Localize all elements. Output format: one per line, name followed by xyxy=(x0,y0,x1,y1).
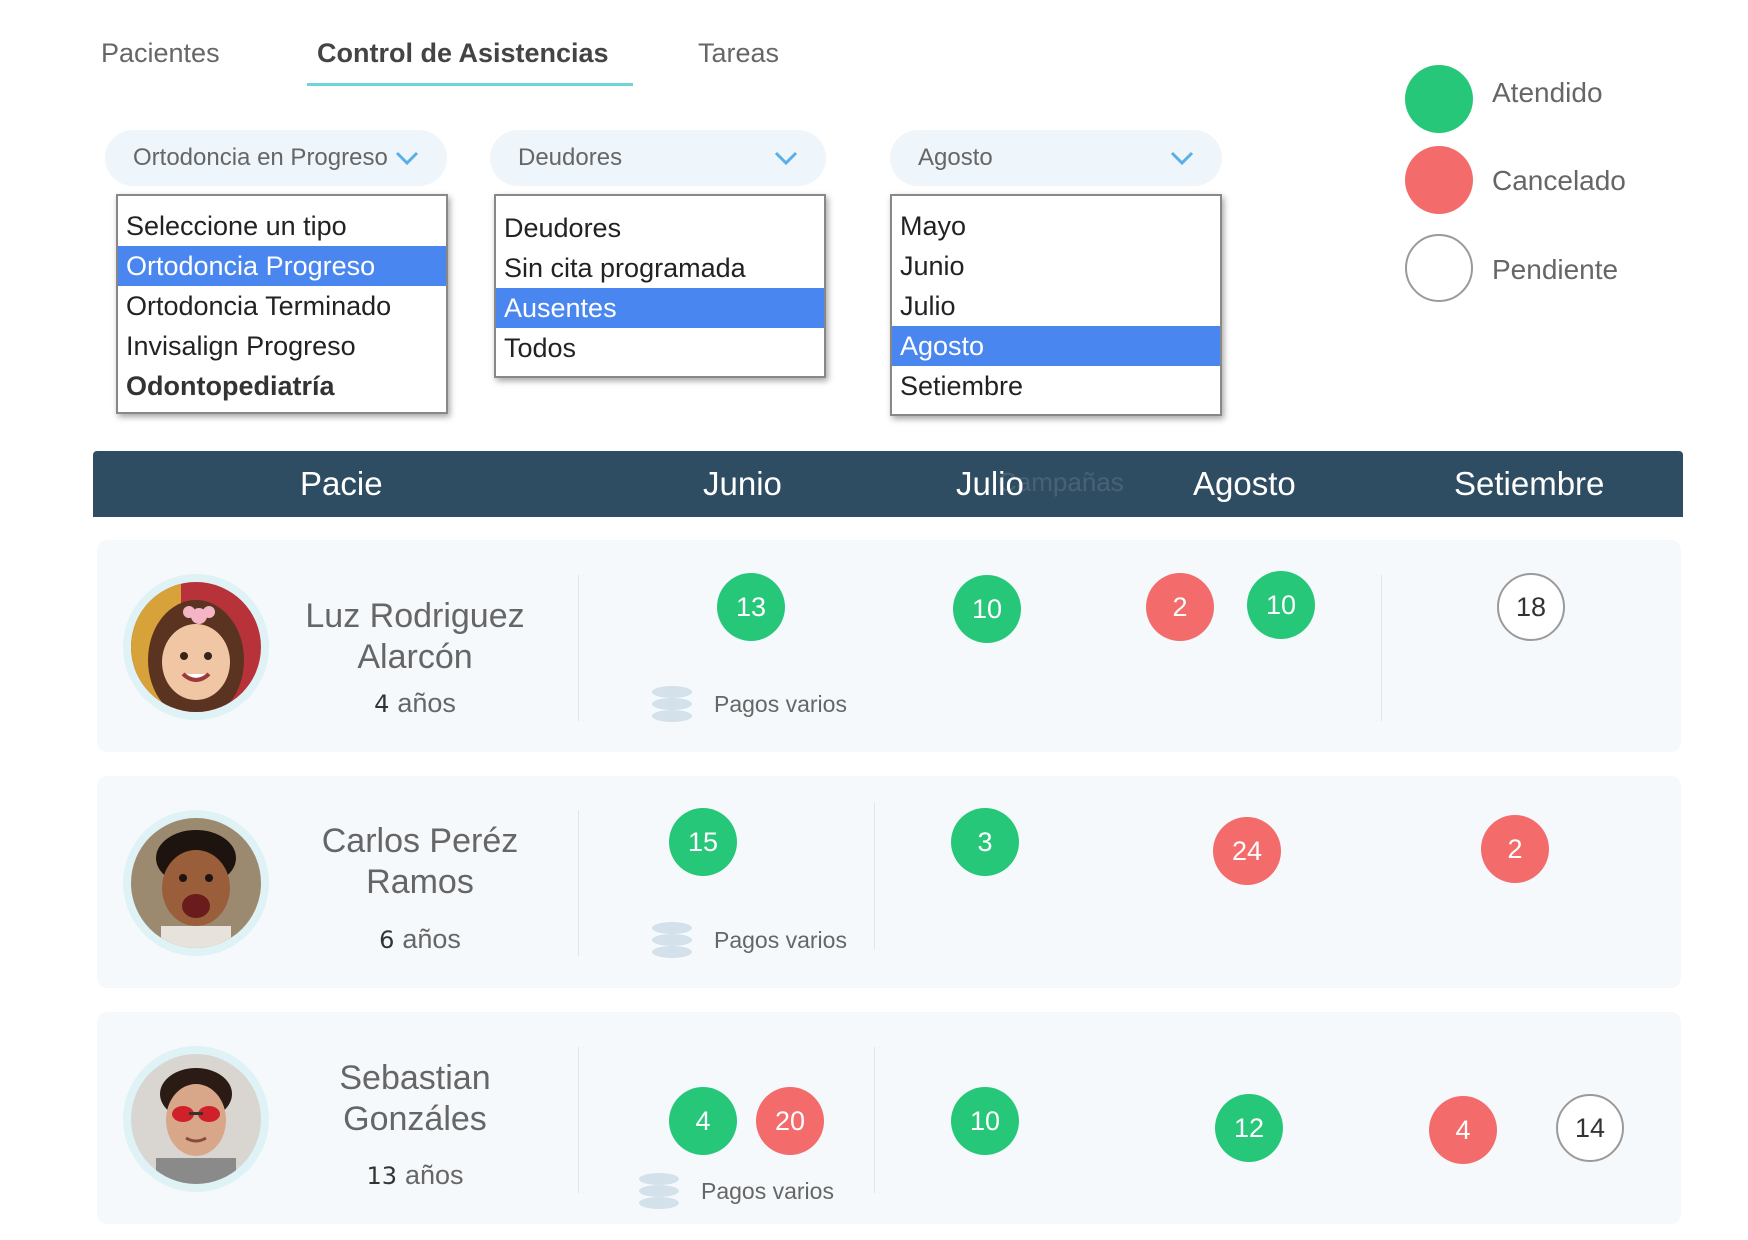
header-paciente: Pacie xyxy=(300,465,383,502)
appointment-atendido[interactable]: 3 xyxy=(951,808,1019,876)
pagos-varios-label: Pagos varios xyxy=(714,926,847,953)
mes-option[interactable]: Setiembre xyxy=(892,366,1220,406)
legend-cancelado-dot xyxy=(1405,146,1473,214)
appointment-cancelado[interactable]: 4 xyxy=(1429,1096,1497,1164)
tipo-filter-value: Ortodoncia en Progreso xyxy=(133,144,388,171)
appointment-atendido[interactable]: 15 xyxy=(669,808,737,876)
column-divider xyxy=(874,1047,875,1193)
tipo-dropdown-list[interactable]: Seleccione un tipo Ortodoncia Progreso O… xyxy=(116,194,448,414)
patient-age-value: 6 xyxy=(379,926,395,954)
estado-dropdown-list[interactable]: Deudores Sin cita programada Ausentes To… xyxy=(494,194,826,378)
appointment-atendido[interactable]: 13 xyxy=(717,573,785,641)
patient-name-line2: Gonzáles xyxy=(343,1100,487,1138)
patient-age: 4 años xyxy=(265,688,565,719)
header-ghost-text: Campañas xyxy=(998,467,1124,497)
chevron-down-icon xyxy=(774,150,798,166)
tipo-option[interactable]: Ortodoncia Terminado xyxy=(118,286,446,326)
table-row[interactable]: Carlos Peréz Ramos 6 años 15 Pagos varios… xyxy=(97,776,1681,988)
coins-icon xyxy=(650,921,694,959)
chevron-down-icon xyxy=(1170,150,1194,166)
estado-option-selected[interactable]: Ausentes xyxy=(496,288,824,328)
estado-filter-select[interactable]: Deudores xyxy=(490,130,826,186)
age-unit: años xyxy=(404,1160,464,1190)
coins-icon xyxy=(650,685,694,723)
appointment-atendido[interactable]: 12 xyxy=(1215,1094,1283,1162)
table-row[interactable]: Sebastian Gonzáles 13 años 4 20 Pagos var… xyxy=(97,1012,1681,1224)
tipo-option[interactable]: Seleccione un tipo xyxy=(118,206,446,246)
mes-filter-value: Agosto xyxy=(918,144,993,171)
patient-age: 6 años xyxy=(270,924,570,955)
mes-dropdown-list[interactable]: Mayo Junio Julio Agosto Setiembre xyxy=(890,194,1222,416)
chevron-down-icon xyxy=(395,150,419,166)
tipo-option[interactable]: Odontopediatría xyxy=(118,366,446,406)
header-agosto: Agosto xyxy=(1193,465,1296,502)
appointment-atendido[interactable]: 10 xyxy=(1247,571,1315,639)
header-junio: Junio xyxy=(703,465,782,502)
patient-age: 13 años xyxy=(265,1160,565,1191)
appointment-pendiente[interactable]: 18 xyxy=(1497,573,1565,641)
appointment-cancelado[interactable]: 20 xyxy=(756,1087,824,1155)
mes-option[interactable]: Julio xyxy=(892,286,1220,326)
tab-pacientes[interactable]: Pacientes xyxy=(101,38,220,69)
patient-age-value: 4 xyxy=(374,690,390,718)
age-unit: años xyxy=(397,688,456,718)
tab-control-asistencias[interactable]: Control de Asistencias xyxy=(317,38,609,69)
avatar xyxy=(123,810,269,956)
appointment-cancelado[interactable]: 2 xyxy=(1481,815,1549,883)
avatar-image xyxy=(131,1054,261,1184)
avatar xyxy=(123,574,269,720)
table-row[interactable]: Luz Rodriguez Alarcón 4 años 13 Pagos var… xyxy=(97,540,1681,752)
estado-option[interactable]: Sin cita programada xyxy=(496,248,824,288)
patient-name[interactable]: Luz Rodriguez Alarcón xyxy=(265,596,565,678)
tipo-option-selected[interactable]: Ortodoncia Progreso xyxy=(118,246,446,286)
active-tab-underline xyxy=(307,83,633,86)
estado-option[interactable]: Todos xyxy=(496,328,824,368)
legend-atendido-dot xyxy=(1405,65,1473,133)
estado-option[interactable]: Deudores xyxy=(496,208,824,248)
avatar-image xyxy=(131,582,261,712)
avatar xyxy=(123,1046,269,1192)
patient-name-line2: Alarcón xyxy=(357,638,473,676)
appointment-atendido[interactable]: 10 xyxy=(951,1087,1019,1155)
appointment-atendido[interactable]: 4 xyxy=(669,1087,737,1155)
pagos-varios-link[interactable]: Pagos varios xyxy=(637,1172,834,1210)
mes-option-selected[interactable]: Agosto xyxy=(892,326,1220,366)
column-divider xyxy=(1381,575,1382,721)
patient-name[interactable]: Carlos Peréz Ramos xyxy=(270,821,570,903)
appointment-cancelado[interactable]: 2 xyxy=(1146,573,1214,641)
patient-name-line1: Carlos Peréz xyxy=(321,822,519,860)
appointment-pendiente[interactable]: 14 xyxy=(1556,1094,1624,1162)
patient-age-value: 13 xyxy=(366,1162,397,1190)
patient-name-line2: Ramos xyxy=(366,863,474,901)
coins-icon xyxy=(637,1172,681,1210)
column-divider xyxy=(578,810,579,956)
age-unit: años xyxy=(402,924,461,954)
mes-option[interactable]: Junio xyxy=(892,246,1220,286)
estado-filter-value: Deudores xyxy=(518,144,623,171)
pagos-varios-label: Pagos varios xyxy=(701,1177,834,1204)
legend-cancelado-label: Cancelado xyxy=(1492,165,1626,196)
legend-atendido-label: Atendido xyxy=(1492,77,1603,108)
appointment-atendido[interactable]: 10 xyxy=(953,575,1021,643)
column-divider xyxy=(578,575,579,721)
mes-filter-select[interactable]: Agosto xyxy=(890,130,1222,186)
legend-pendiente-label: Pendiente xyxy=(1492,254,1619,285)
tab-tareas[interactable]: Tareas xyxy=(698,38,779,69)
patient-name-line1: Luz Rodriguez xyxy=(305,597,525,635)
appointment-cancelado[interactable]: 24 xyxy=(1213,817,1281,885)
tipo-option[interactable]: Invisalign Progreso xyxy=(118,326,446,366)
column-divider xyxy=(874,803,875,949)
tipo-filter-select[interactable]: Ortodoncia en Progreso xyxy=(105,130,447,186)
column-divider xyxy=(578,1047,579,1193)
pagos-varios-link[interactable]: Pagos varios xyxy=(650,685,847,723)
legend-pendiente-dot xyxy=(1405,234,1473,302)
header-setiembre: Setiembre xyxy=(1454,465,1605,502)
avatar-image xyxy=(131,818,261,948)
mes-option[interactable]: Mayo xyxy=(892,206,1220,246)
patient-name-line1: Sebastian xyxy=(339,1059,491,1097)
pagos-varios-link[interactable]: Pagos varios xyxy=(650,921,847,959)
patient-name[interactable]: Sebastian Gonzáles xyxy=(265,1058,565,1140)
table-header: Pacie Junio Julio Campañas Agosto Setiem… xyxy=(93,451,1683,517)
pagos-varios-label: Pagos varios xyxy=(714,690,847,717)
